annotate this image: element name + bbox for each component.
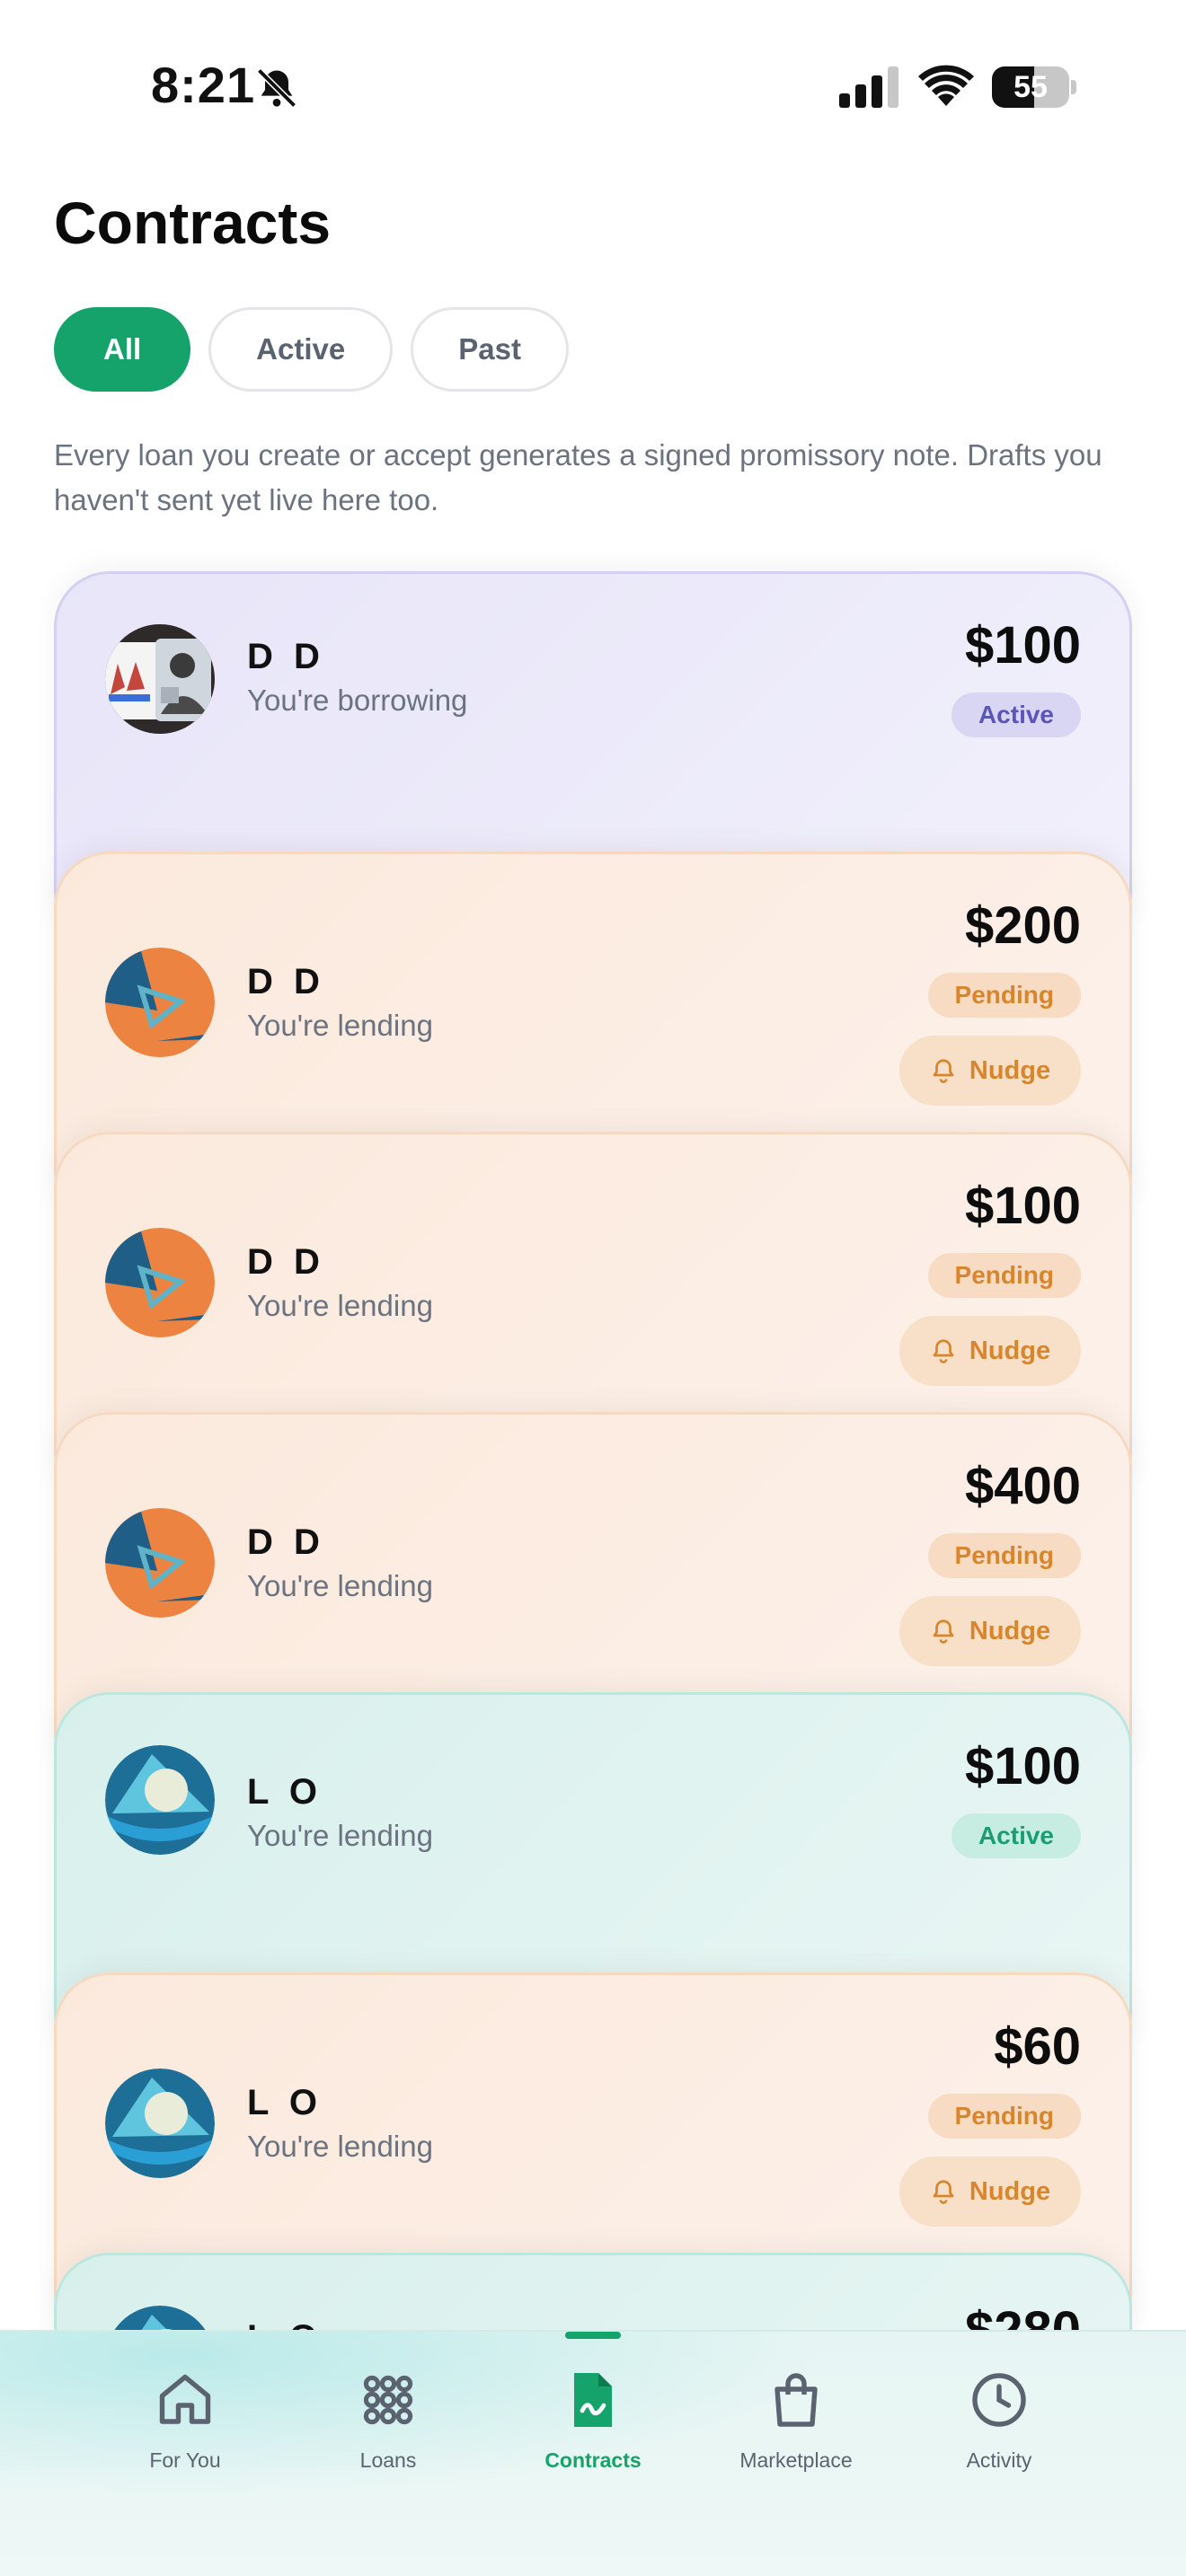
contract-amount: $100 <box>964 1737 1081 1795</box>
status-badge: Active <box>951 1813 1081 1858</box>
nav-for-you[interactable]: For You <box>86 2368 284 2502</box>
contract-amount: $400 <box>964 1457 1081 1515</box>
bell-icon <box>933 1059 954 1083</box>
grid-icon <box>363 2375 413 2425</box>
contract-amount: $60 <box>994 2017 1081 2076</box>
status-badge: Pending <box>927 1253 1081 1298</box>
contract-amount: $100 <box>964 616 1081 675</box>
nudge-label: Nudge <box>969 1336 1051 1365</box>
status-badge: Pending <box>927 973 1081 1018</box>
status-badge: Pending <box>927 1533 1081 1578</box>
contract-list: D D You're borrowing $100 Active D D You… <box>0 0 1186 2576</box>
contract-icon <box>574 2373 612 2427</box>
nav-contracts[interactable]: Contracts <box>494 2368 692 2502</box>
contract-amount: $200 <box>964 896 1081 955</box>
role-text: You're lending <box>247 2130 433 2163</box>
party-name: D D <box>247 1242 325 1282</box>
nav-marketplace[interactable]: Marketplace <box>697 2368 895 2502</box>
nav-label: Contracts <box>544 2448 642 2472</box>
bell-icon <box>933 1619 954 1644</box>
nudge-button[interactable]: Nudge <box>899 1316 1081 1386</box>
nudge-button[interactable]: Nudge <box>899 1596 1081 1666</box>
orange-abstract-avatar <box>105 1508 215 1618</box>
status-badge: Active <box>951 693 1081 737</box>
shopping-bag-icon <box>774 2373 818 2427</box>
home-icon <box>159 2374 211 2424</box>
party-name: D D <box>247 962 325 1001</box>
role-text: You're borrowing <box>247 684 468 717</box>
role-text: You're lending <box>247 1289 433 1322</box>
nav-loans[interactable]: Loans <box>289 2368 487 2502</box>
nudge-button[interactable]: Nudge <box>899 1036 1081 1106</box>
role-text: You're lending <box>247 1569 433 1602</box>
nudge-label: Nudge <box>969 1055 1051 1085</box>
role-text: You're lending <box>247 1009 433 1042</box>
nav-label: Marketplace <box>739 2448 853 2472</box>
nav-activity[interactable]: Activity <box>900 2368 1098 2502</box>
blue-abstract-avatar <box>105 2069 215 2178</box>
orange-abstract-avatar <box>105 948 215 1057</box>
party-name: L O <box>247 1772 323 1812</box>
party-name: D D <box>247 1522 325 1562</box>
contract-amount: $100 <box>964 1177 1081 1235</box>
nav-label: For You <box>149 2448 221 2472</box>
nav-active-indicator <box>565 2332 621 2339</box>
nudge-label: Nudge <box>969 2176 1051 2206</box>
nudge-button[interactable]: Nudge <box>899 2157 1081 2227</box>
clock-icon <box>972 2373 1026 2427</box>
orange-abstract-avatar <box>105 1228 215 1337</box>
role-text: You're lending <box>247 1819 433 1852</box>
party-name: D D <box>247 637 325 676</box>
photo-avatar <box>105 624 215 734</box>
nav-label: Loans <box>359 2448 417 2472</box>
party-name: L O <box>247 2083 323 2122</box>
bell-icon <box>933 1339 954 1363</box>
bottom-nav: For You Loans Contracts Marketplace Acti… <box>0 2330 1186 2576</box>
blue-abstract-avatar <box>105 1745 215 1855</box>
status-badge: Pending <box>927 2094 1081 2139</box>
nudge-label: Nudge <box>969 1616 1051 1645</box>
nav-label: Activity <box>966 2448 1032 2472</box>
bell-icon <box>933 2180 954 2204</box>
